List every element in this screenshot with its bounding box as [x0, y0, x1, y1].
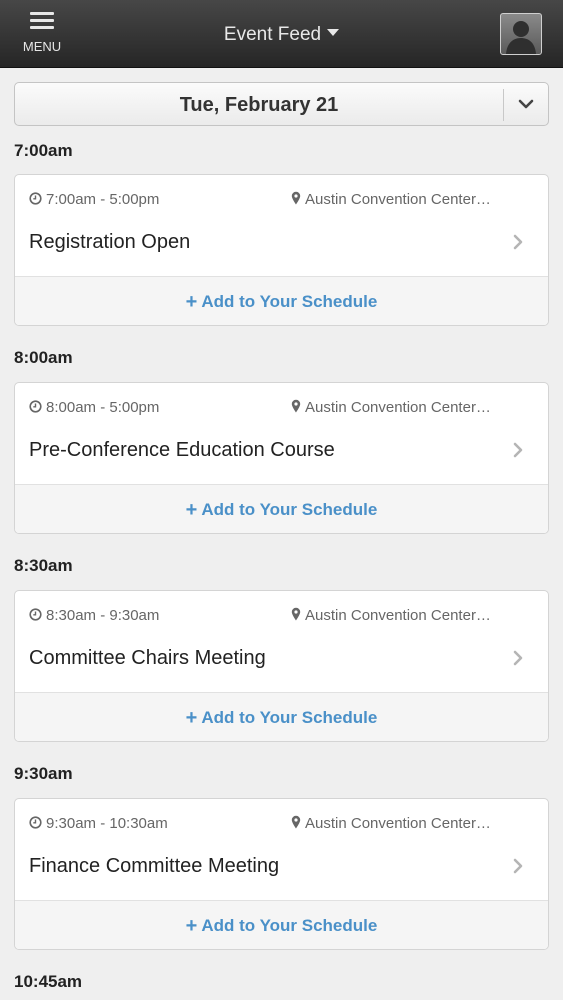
time-group-label: 8:00am	[14, 348, 73, 367]
event-time-text: 7:00am - 5:00pm	[46, 191, 160, 208]
event-time-text: 8:00am - 5:00pm	[46, 399, 160, 416]
chevron-down-icon	[518, 99, 534, 109]
event-title: Finance Committee Meeting	[29, 855, 280, 877]
add-to-schedule-button[interactable]: + Add to Your Schedule	[15, 900, 548, 949]
time-group-label: 9:30am	[14, 764, 73, 783]
user-avatar-icon	[506, 21, 536, 54]
clock-icon	[29, 816, 42, 829]
date-dropdown-toggle[interactable]	[504, 83, 549, 125]
date-selector[interactable]: Tue, February 21	[14, 82, 549, 126]
event-card[interactable]: 8:30am - 9:30am Austin Convention Center…	[14, 590, 549, 742]
map-pin-icon	[291, 191, 301, 205]
event-time-text: 8:30am - 9:30am	[46, 607, 160, 624]
clock-icon	[29, 608, 42, 621]
event-title: Pre-Conference Education Course	[29, 439, 335, 461]
time-group-label: 8:30am	[14, 556, 73, 575]
plus-icon: +	[185, 707, 198, 729]
clock-icon	[29, 400, 42, 413]
top-navigation-bar: MENU Event Feed	[0, 0, 563, 68]
event-location-text: Austin Convention Center…	[305, 815, 491, 832]
event-card[interactable]: 7:00am - 5:00pm Austin Convention Center…	[14, 174, 549, 326]
add-to-schedule-label: Add to Your Schedule	[201, 500, 378, 519]
event-title: Registration Open	[29, 231, 191, 253]
event-time-range: 7:00am - 5:00pm	[29, 191, 159, 208]
map-pin-icon	[291, 607, 301, 621]
map-pin-icon	[291, 399, 301, 413]
add-to-schedule-button[interactable]: + Add to Your Schedule	[15, 276, 548, 325]
chevron-right-icon	[513, 858, 523, 874]
add-to-schedule-label: Add to Your Schedule	[201, 292, 378, 311]
event-card[interactable]: 8:00am - 5:00pm Austin Convention Center…	[14, 382, 549, 534]
event-location-text: Austin Convention Center…	[305, 607, 491, 624]
event-location: Austin Convention Center…	[291, 399, 491, 416]
add-to-schedule-label: Add to Your Schedule	[201, 916, 378, 935]
map-pin-icon	[291, 815, 301, 829]
clock-icon	[29, 192, 42, 205]
add-to-schedule-button[interactable]: + Add to Your Schedule	[15, 692, 548, 741]
chevron-right-icon	[513, 442, 523, 458]
event-title: Committee Chairs Meeting	[29, 647, 266, 669]
chevron-right-icon	[513, 234, 523, 250]
event-card[interactable]: 9:30am - 10:30am Austin Convention Cente…	[14, 798, 549, 950]
event-time-range: 9:30am - 10:30am	[29, 815, 168, 832]
plus-icon: +	[185, 499, 198, 521]
event-time-range: 8:00am - 5:00pm	[29, 399, 159, 416]
event-location: Austin Convention Center…	[291, 607, 491, 624]
add-to-schedule-label: Add to Your Schedule	[201, 708, 378, 727]
event-location-text: Austin Convention Center…	[305, 399, 491, 416]
event-feed-dropdown[interactable]: Event Feed	[0, 24, 563, 46]
selected-date: Tue, February 21	[179, 94, 339, 116]
event-location: Austin Convention Center…	[291, 191, 491, 208]
time-group-label: 7:00am	[14, 141, 73, 160]
event-location: Austin Convention Center…	[291, 815, 491, 832]
plus-icon: +	[185, 291, 198, 313]
plus-icon: +	[185, 915, 198, 937]
chevron-right-icon	[513, 650, 523, 666]
add-to-schedule-button[interactable]: + Add to Your Schedule	[15, 484, 548, 533]
time-group-label: 10:45am	[14, 972, 83, 991]
event-location-text: Austin Convention Center…	[305, 191, 491, 208]
profile-avatar-button[interactable]	[500, 13, 542, 55]
event-feed-title: Event Feed	[223, 24, 322, 45]
event-time-text: 9:30am - 10:30am	[46, 815, 168, 832]
event-time-range: 8:30am - 9:30am	[29, 607, 159, 624]
caret-down-icon	[327, 29, 340, 36]
